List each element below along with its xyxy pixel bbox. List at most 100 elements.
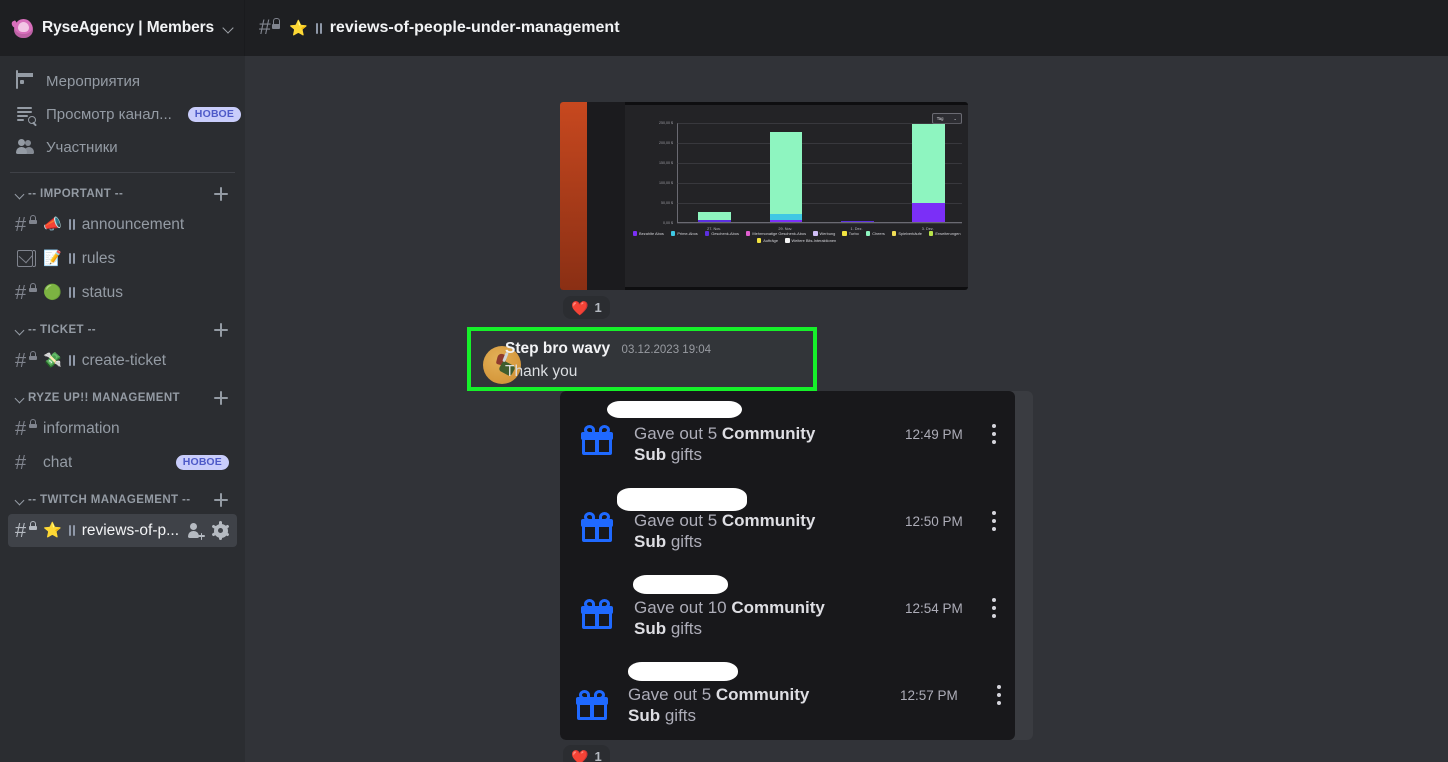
gift-text-post: gifts <box>660 706 697 725</box>
bar-segment <box>912 202 945 222</box>
channel-label: chat <box>43 453 73 471</box>
hash-lock-icon: # <box>15 520 36 541</box>
category-label: -- TWITCH MANAGEMENT -- <box>28 494 191 506</box>
gear-icon[interactable] <box>211 521 230 540</box>
legend-label: Aufträge <box>763 238 778 243</box>
plus-icon[interactable] <box>213 186 229 202</box>
message-timestamp: 03.12.2023 19:04 <box>621 344 712 356</box>
add-person-icon[interactable] <box>188 522 205 540</box>
channel-actions <box>188 521 230 540</box>
message-body: Step bro wavy 03.12.2023 19:04 Thank you <box>505 340 805 381</box>
gift-message-text: Gave out 5 Community Sub gifts <box>634 423 839 465</box>
twitch-activity-feed: Gave out 5 Community Sub gifts 12:49 PM Ga… <box>560 391 1015 740</box>
y-axis-tick: 250,00 $ <box>659 121 673 125</box>
gift-timestamp: 12:57 PM <box>900 688 958 703</box>
sidebar-item-create-ticket[interactable]: # 💸 create-ticket <box>8 344 237 377</box>
sidebar-item-label: Участники <box>46 138 118 156</box>
legend-swatch <box>842 231 847 236</box>
legend-label: Geschenk-Abos <box>711 231 739 236</box>
gift-timestamp: 12:50 PM <box>905 514 963 529</box>
channel-label: create-ticket <box>81 351 167 369</box>
legend-swatch <box>756 238 762 243</box>
message-author[interactable]: Step bro wavy <box>505 340 610 357</box>
highlighted-message[interactable]: Step bro wavy 03.12.2023 19:04 Thank you <box>467 327 817 391</box>
star-icon: ⭐ <box>43 522 62 539</box>
sidebar-item-chat[interactable]: # chat НОВОЕ <box>8 446 237 479</box>
legend-item: Bezahlte Abos <box>632 231 664 236</box>
category-label: RYZE UP!! MANAGEMENT <box>28 392 180 404</box>
channel-sidebar[interactable]: Мероприятия Просмотр канал... НОВОЕ Учас… <box>0 56 245 762</box>
sidebar-item-browse-channels[interactable]: Просмотр канал... НОВОЕ <box>8 98 242 130</box>
y-axis-line <box>677 123 678 223</box>
chart-panel: Tag ⌄ 0,00 $50,00 $100,00 $150,00 $200,00… <box>625 105 968 287</box>
gift-message-text: Gave out 5 Community Sub gifts <box>634 510 839 552</box>
chat-messages-area[interactable]: Tag ⌄ 0,00 $50,00 $100,00 $150,00 $200,00… <box>245 56 1448 762</box>
heart-icon: ❤️ <box>571 299 589 316</box>
reaction-heart-gifts[interactable]: ❤️ 1 <box>563 745 610 762</box>
chevron-down-icon[interactable] <box>14 188 26 200</box>
kebab-menu-icon[interactable] <box>992 424 996 444</box>
legend-swatch <box>928 231 934 236</box>
channel-label: reviews-of-p... <box>81 521 180 539</box>
bar <box>840 220 874 222</box>
sidebar-divider <box>10 172 235 173</box>
pause-bars-icon <box>68 525 75 536</box>
hash-lock-icon: # <box>15 350 36 371</box>
sidebar-item-events[interactable]: Мероприятия <box>8 65 237 97</box>
gridline <box>677 223 962 224</box>
twitch-gifts-image-attachment[interactable]: Gave out 5 Community Sub gifts 12:49 PM Ga… <box>560 391 1033 740</box>
pause-bars-icon <box>68 253 75 264</box>
y-axis-tick: 150,00 $ <box>659 161 673 165</box>
legend-label: Spielverkäufe <box>898 231 922 236</box>
category-header-ryze-up-management[interactable]: RYZE UP!! MANAGEMENT <box>8 385 237 411</box>
chevron-down-icon[interactable] <box>14 324 26 336</box>
gift-icon <box>581 425 613 455</box>
channel-label: status <box>81 283 124 301</box>
rules-book-icon <box>16 249 36 269</box>
gift-text-pre: Gave out 5 <box>628 685 716 704</box>
kebab-menu-icon[interactable] <box>997 685 1001 705</box>
chevron-down-icon[interactable] <box>14 494 26 506</box>
legend-item: Spielverkäufe <box>891 231 922 236</box>
channel-label: announcement <box>81 215 185 233</box>
chart-image-attachment[interactable]: Tag ⌄ 0,00 $50,00 $100,00 $150,00 $200,00… <box>560 102 968 290</box>
legend-swatch <box>865 231 871 236</box>
legend-swatch <box>785 238 790 243</box>
memo-icon: 📝 <box>43 250 62 267</box>
legend-item: Weitere Bits-Interaktionen <box>785 238 836 243</box>
money-icon: 💸 <box>43 352 62 369</box>
category-label: -- IMPORTANT -- <box>28 188 124 200</box>
plus-icon[interactable] <box>213 390 229 406</box>
sidebar-item-status[interactable]: # 🟢 status <box>8 276 237 309</box>
category-header-important[interactable]: -- IMPORTANT -- <box>8 181 237 207</box>
channel-header: # ⭐ reviews-of-people-under-management <box>245 0 1448 56</box>
sidebar-item-rules[interactable]: 📝 rules <box>8 242 237 275</box>
y-axis-tick: 200,00 $ <box>659 141 673 145</box>
sidebar-item-information[interactable]: # information <box>8 412 237 445</box>
discord-app-window: RyseAgency | Members # ⭐ reviews-of-peop… <box>0 0 1448 762</box>
category-header-ticket[interactable]: -- TICKET -- <box>8 317 237 343</box>
dock-strip <box>560 102 587 290</box>
kebab-menu-icon[interactable] <box>992 598 996 618</box>
reaction-heart-chart[interactable]: ❤️ 1 <box>563 296 610 319</box>
hash-icon: # <box>15 451 27 474</box>
plus-icon[interactable] <box>213 322 229 338</box>
legend-label: Werbung <box>819 231 836 236</box>
green-circle-icon: 🟢 <box>43 284 62 301</box>
message-text: Thank you <box>505 363 578 380</box>
server-blob-icon <box>14 18 33 38</box>
legend-item: Cheers <box>865 231 885 236</box>
category-header-twitch-management[interactable]: -- TWITCH MANAGEMENT -- <box>8 487 237 513</box>
sidebar-item-label: Мероприятия <box>46 72 141 90</box>
sidebar-item-reviews-of-people-under-management[interactable]: # ⭐ reviews-of-p... <box>8 514 237 547</box>
gift-text-post: gifts <box>666 532 703 551</box>
chevron-down-icon[interactable] <box>223 22 235 34</box>
server-header[interactable]: RyseAgency | Members <box>0 0 245 56</box>
new-badge: НОВОЕ <box>175 455 229 470</box>
chevron-down-icon[interactable] <box>14 392 26 404</box>
sidebar-strip <box>587 102 625 290</box>
sidebar-item-announcement[interactable]: # 📣 announcement <box>8 208 237 241</box>
plus-icon[interactable] <box>213 492 229 508</box>
kebab-menu-icon[interactable] <box>992 511 996 531</box>
sidebar-item-members[interactable]: Участники <box>8 131 237 163</box>
